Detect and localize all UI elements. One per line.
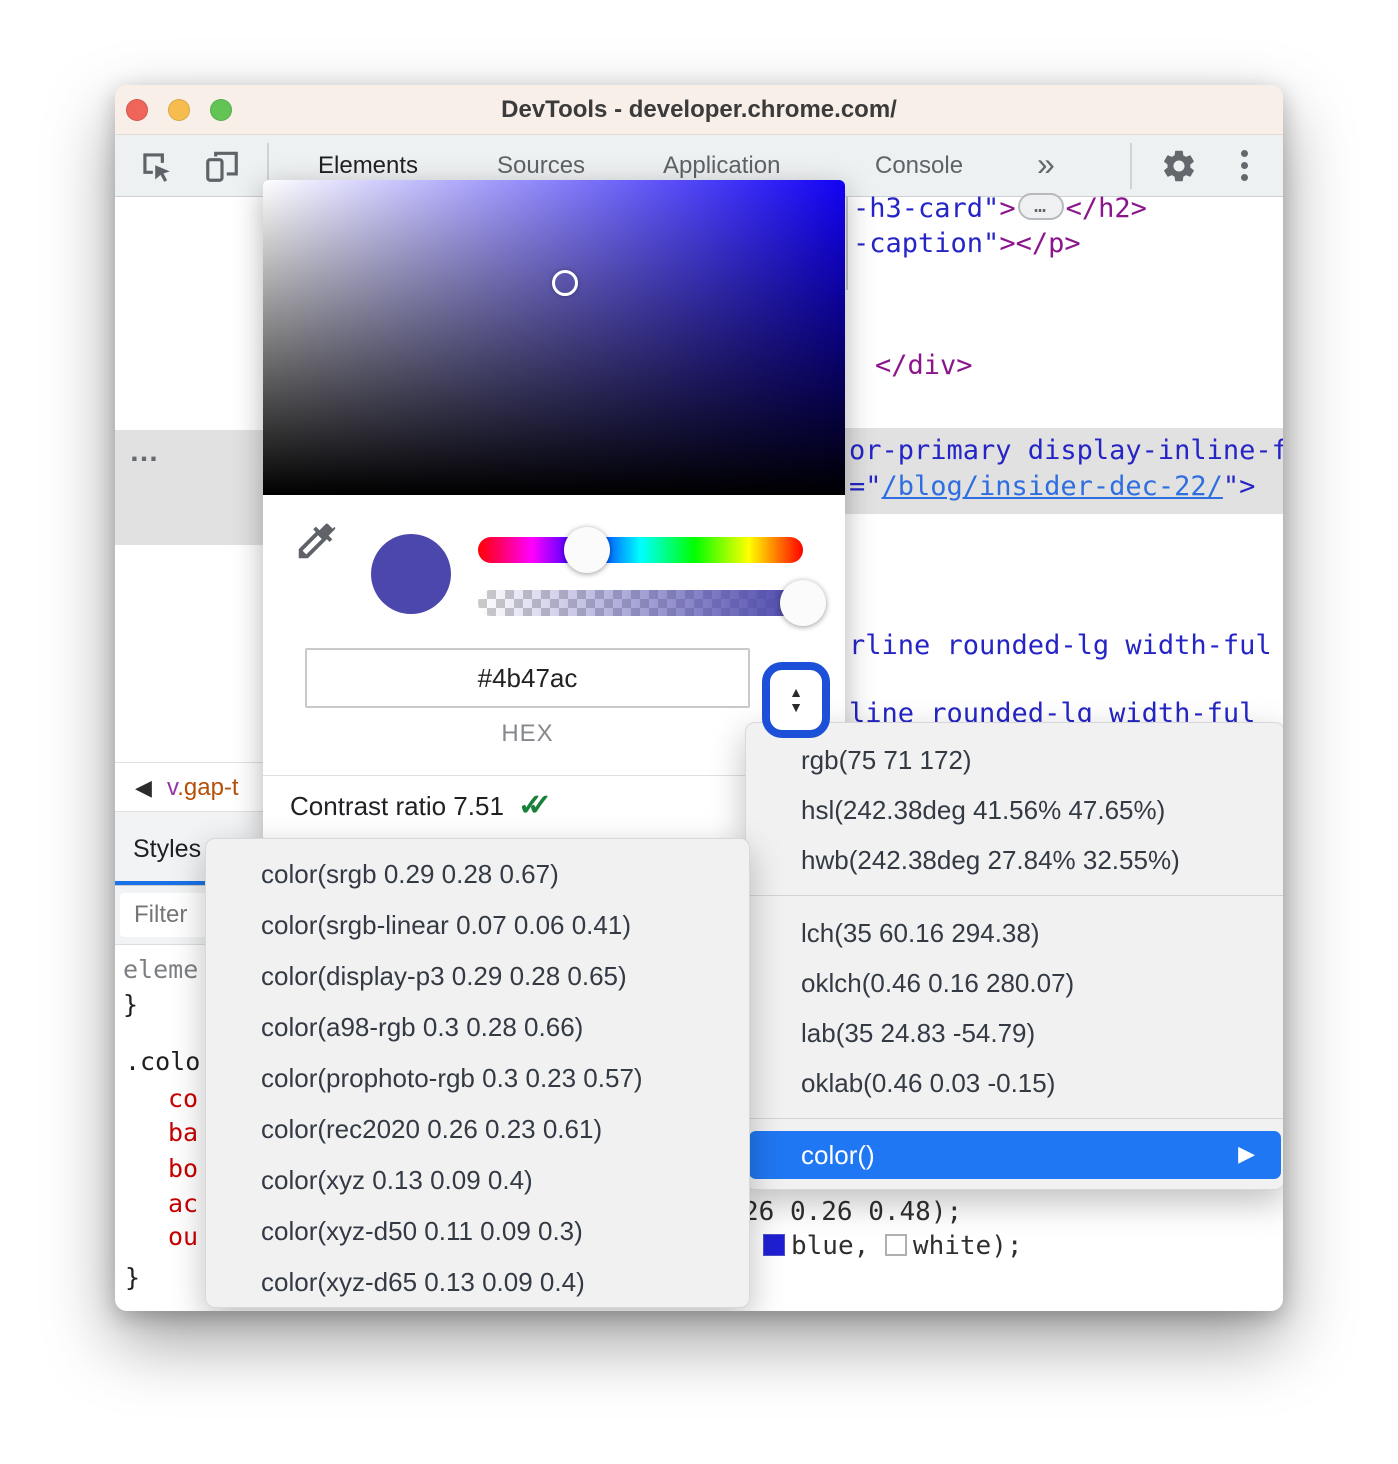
alpha-slider[interactable]: [478, 590, 803, 616]
tab-styles[interactable]: Styles: [133, 812, 201, 886]
color-selection-ring[interactable]: [552, 270, 578, 296]
saturation-value-area[interactable]: [263, 180, 845, 495]
hex-value-input[interactable]: #4b47ac: [305, 648, 750, 708]
attribute-link[interactable]: /blog/insider-dec-22/: [882, 471, 1223, 502]
menu-item-rgb[interactable]: rgb(75 71 172): [746, 735, 1283, 785]
toolbar-separator: [1130, 143, 1132, 189]
menu-item-lab[interactable]: lab(35 24.83 -54.79): [746, 1008, 1283, 1058]
rule-close-brace: }: [123, 990, 138, 1019]
element-style-selector[interactable]: eleme: [123, 955, 198, 984]
hue-slider-knob[interactable]: [564, 527, 610, 573]
collapsed-children-marker[interactable]: …: [129, 435, 162, 469]
menu-item-color-function[interactable]: color()▶: [749, 1131, 1281, 1179]
color-swatch-white[interactable]: [885, 1234, 907, 1256]
tree-indent-guide: [846, 197, 848, 290]
css-property[interactable]: ou: [168, 1222, 198, 1251]
menu-item-display-p3[interactable]: color(display-p3 0.29 0.28 0.65): [206, 951, 749, 1002]
kebab-menu-icon[interactable]: [1241, 145, 1248, 186]
spinner-up-icon[interactable]: ▲: [789, 685, 803, 700]
eyedropper-icon[interactable]: [293, 518, 339, 564]
rule-close-brace: }: [125, 1263, 140, 1292]
menu-item-a98-rgb[interactable]: color(a98-rgb 0.3 0.28 0.66): [206, 1002, 749, 1053]
css-value-wrapped[interactable]: blue, white);: [763, 1231, 1023, 1261]
color-space-submenu: color(srgb 0.29 0.28 0.67) color(srgb-li…: [205, 838, 750, 1308]
menu-item-hsl[interactable]: hsl(242.38deg 41.56% 47.65%): [746, 785, 1283, 835]
inspect-element-icon[interactable]: [137, 147, 175, 185]
dom-node-line[interactable]: rline rounded-lg width-ful: [849, 630, 1272, 661]
hue-slider[interactable]: [478, 537, 803, 563]
menu-item-srgb[interactable]: color(srgb 0.29 0.28 0.67): [206, 849, 749, 900]
menu-divider: [746, 1118, 1283, 1119]
alpha-slider-knob[interactable]: [780, 580, 826, 626]
tab-console[interactable]: Console: [875, 135, 963, 197]
hex-format-label: HEX: [305, 720, 750, 748]
menu-item-oklab[interactable]: oklab(0.46 0.03 -0.15): [746, 1058, 1283, 1108]
screenshot-stage: DevTools - developer.chrome.com/ Element…: [0, 0, 1398, 1464]
rule-selector[interactable]: .colo: [125, 1047, 200, 1076]
css-property[interactable]: ba: [168, 1118, 198, 1147]
css-property[interactable]: bo: [168, 1154, 198, 1183]
format-switcher-spinner-highlight[interactable]: ▲ ▼: [762, 662, 830, 738]
css-value-wrapped[interactable]: 26 0.26 0.48);: [743, 1197, 962, 1227]
contrast-ratio-row[interactable]: Contrast ratio 7.51✓✓: [290, 788, 536, 823]
dom-node-line[interactable]: -h3-card">…</h2>: [853, 193, 1147, 226]
submenu-arrow-icon: ▶: [1238, 1131, 1255, 1179]
dom-node-line[interactable]: ="/blog/insider-dec-22/">: [849, 471, 1255, 502]
spinner-down-icon[interactable]: ▼: [789, 700, 803, 715]
menu-item-rec2020[interactable]: color(rec2020 0.26 0.23 0.61): [206, 1104, 749, 1155]
color-format-menu: rgb(75 71 172) hsl(242.38deg 41.56% 47.6…: [745, 722, 1283, 1190]
menu-item-xyz-d50[interactable]: color(xyz-d50 0.11 0.09 0.3): [206, 1206, 749, 1257]
css-property[interactable]: ac: [168, 1189, 198, 1218]
dom-node-line[interactable]: </div>: [875, 350, 973, 381]
breadcrumb[interactable]: v.gap-t: [167, 763, 239, 813]
dom-node-line[interactable]: -caption"></p>: [853, 228, 1081, 259]
css-property[interactable]: co: [168, 1084, 198, 1113]
menu-divider: [746, 895, 1283, 896]
more-tabs-chevron-icon[interactable]: »: [1037, 135, 1055, 197]
menu-item-srgb-linear[interactable]: color(srgb-linear 0.07 0.06 0.41): [206, 900, 749, 951]
contrast-pass-checks-icon: ✓✓: [504, 789, 536, 822]
menu-item-xyz[interactable]: color(xyz 0.13 0.09 0.4): [206, 1155, 749, 1206]
dom-node-line[interactable]: or-primary display-inline-f: [849, 435, 1283, 466]
devtools-window: DevTools - developer.chrome.com/ Element…: [115, 85, 1283, 1311]
device-toolbar-icon[interactable]: [203, 147, 241, 185]
color-swatch-blue[interactable]: [763, 1234, 785, 1256]
titlebar: DevTools - developer.chrome.com/: [115, 85, 1283, 135]
menu-item-xyz-d65[interactable]: color(xyz-d65 0.13 0.09 0.4): [206, 1257, 749, 1308]
breadcrumb-scroll-left-icon[interactable]: ◀: [135, 763, 152, 813]
menu-item-oklch[interactable]: oklch(0.46 0.16 280.07): [746, 958, 1283, 1008]
menu-item-hwb[interactable]: hwb(242.38deg 27.84% 32.55%): [746, 835, 1283, 885]
menu-item-prophoto-rgb[interactable]: color(prophoto-rgb 0.3 0.23 0.57): [206, 1053, 749, 1104]
expand-node-ellipsis[interactable]: …: [1018, 193, 1064, 220]
menu-item-lch[interactable]: lch(35 60.16 294.38): [746, 908, 1283, 958]
current-color-swatch[interactable]: [371, 534, 451, 614]
settings-gear-icon[interactable]: [1160, 147, 1198, 185]
window-title: DevTools - developer.chrome.com/: [115, 85, 1283, 135]
